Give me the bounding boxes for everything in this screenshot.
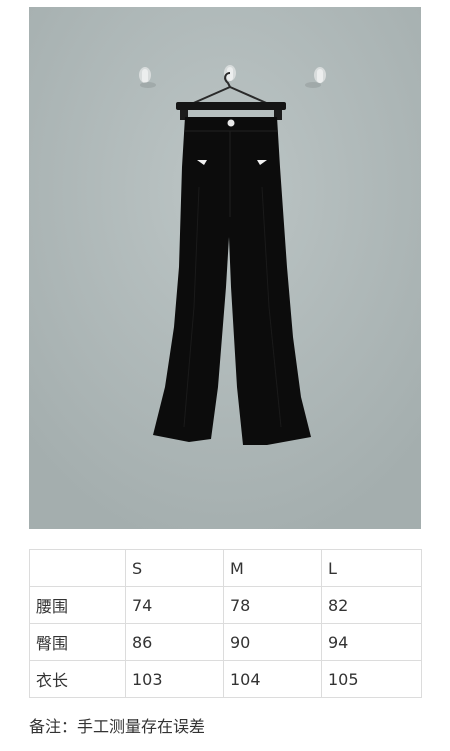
header-cell-empty — [29, 549, 126, 587]
table-header-row: S M L — [29, 549, 422, 587]
table-row: 臀围 86 90 94 — [29, 623, 422, 661]
table-row: 腰围 74 78 82 — [29, 586, 422, 624]
header-cell-size-l: L — [321, 549, 422, 587]
table-cell: 86 — [125, 623, 224, 661]
row-label: 衣长 — [29, 660, 126, 698]
header-cell-size-s: S — [125, 549, 224, 587]
table-row: 衣长 103 104 105 — [29, 660, 422, 698]
measurement-note: 备注：手工测量存在误差 — [29, 717, 206, 736]
table-cell: 82 — [321, 586, 422, 624]
table-cell: 74 — [125, 586, 224, 624]
product-photo — [29, 7, 421, 529]
size-chart-table: S M L 腰围 74 78 82 臀围 86 90 94 衣长 103 104… — [29, 549, 422, 698]
table-cell: 105 — [321, 660, 422, 698]
table-cell: 94 — [321, 623, 422, 661]
table-cell: 103 — [125, 660, 224, 698]
black-flared-trousers-image — [29, 7, 421, 529]
table-cell: 90 — [223, 623, 322, 661]
header-cell-size-m: M — [223, 549, 322, 587]
table-cell: 78 — [223, 586, 322, 624]
row-label: 臀围 — [29, 623, 126, 661]
table-cell: 104 — [223, 660, 322, 698]
row-label: 腰围 — [29, 586, 126, 624]
